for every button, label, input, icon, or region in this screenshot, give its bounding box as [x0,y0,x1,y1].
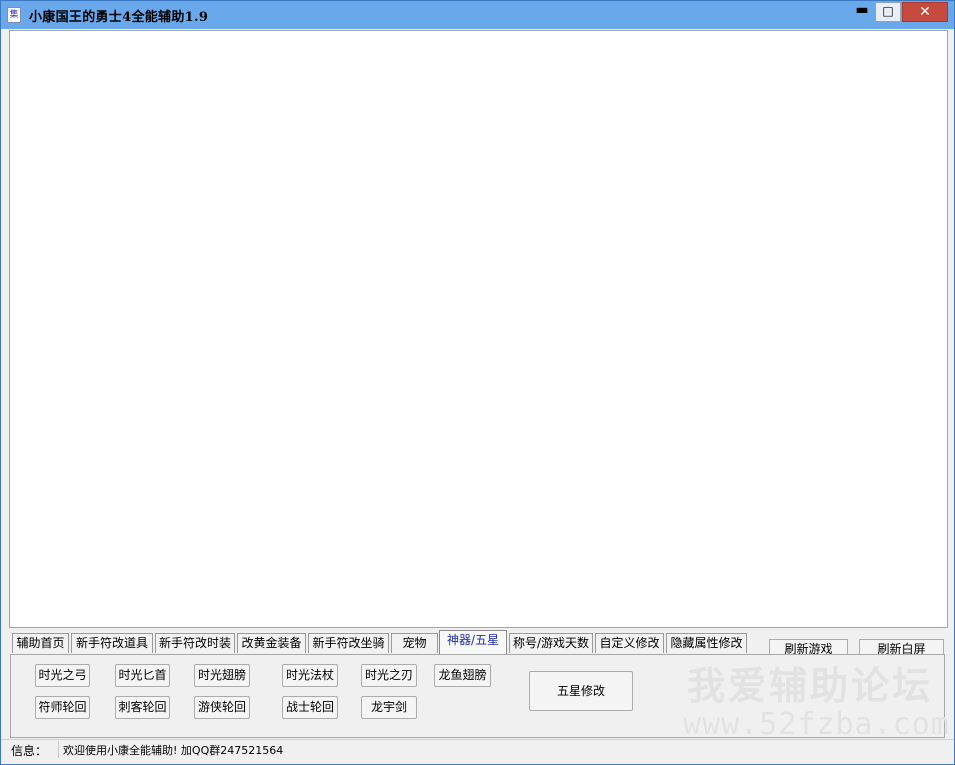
five-star-modify-button[interactable]: 五星修改 [529,671,633,711]
tab-title-days[interactable]: 称号/游戏天数 [509,633,593,653]
time-dagger-button[interactable]: 时光匕首 [115,664,170,687]
tab-artifact-five-star[interactable]: 神器/五星 [439,630,507,654]
tab-custom[interactable]: 自定义修改 [595,633,664,653]
app-window: 集 小康国王的勇士4全能辅助1.9 ▬ □ ✕ 辅助首页 新手符改道具 新手符改… [0,0,955,765]
tab-pet[interactable]: 宠物 [391,633,438,653]
status-label: 信息： [11,744,48,758]
dragonfish-wings-button[interactable]: 龙鱼翅膀 [434,664,491,687]
time-wings-button[interactable]: 时光翅膀 [194,664,250,687]
status-divider [58,741,59,758]
tab-gold-gear[interactable]: 改黄金装备 [237,633,306,653]
time-blade-button[interactable]: 时光之刃 [361,664,417,687]
tab-mount[interactable]: 新手符改坐骑 [308,633,389,653]
rune-master-rebirth-button[interactable]: 符师轮回 [35,696,90,719]
title-bar[interactable]: 集 小康国王的勇士4全能辅助1.9 ▬ □ ✕ [1,1,954,29]
assassin-rebirth-button[interactable]: 刺客轮回 [115,696,170,719]
tab-home[interactable]: 辅助首页 [12,633,69,653]
status-bar: 信息： 欢迎使用小康全能辅助! 加QQ群247521564 [1,739,954,760]
maximize-icon[interactable]: □ [875,2,901,22]
time-staff-button[interactable]: 时光法杖 [282,664,338,687]
tab-items[interactable]: 新手符改道具 [71,633,153,653]
status-message: 欢迎使用小康全能辅助! 加QQ群247521564 [63,744,284,757]
dragon-sword-button[interactable]: 龙宇剑 [361,696,417,719]
close-icon[interactable]: ✕ [902,2,948,22]
app-icon: 集 [7,7,21,23]
game-view[interactable] [9,30,948,628]
warrior-rebirth-button[interactable]: 战士轮回 [282,696,338,719]
window-title: 小康国王的勇士4全能辅助1.9 [29,10,209,25]
time-bow-button[interactable]: 时光之弓 [35,664,90,687]
minimize-icon[interactable]: ▬ [849,2,875,22]
tab-fashion[interactable]: 新手符改时装 [155,633,235,653]
artifact-panel: 时光之弓 时光匕首 时光翅膀 时光法杖 时光之刃 龙鱼翅膀 符师轮回 刺客轮回 … [10,654,945,738]
ranger-rebirth-button[interactable]: 游侠轮回 [194,696,250,719]
tab-hidden-attributes[interactable]: 隐藏属性修改 [666,633,747,653]
